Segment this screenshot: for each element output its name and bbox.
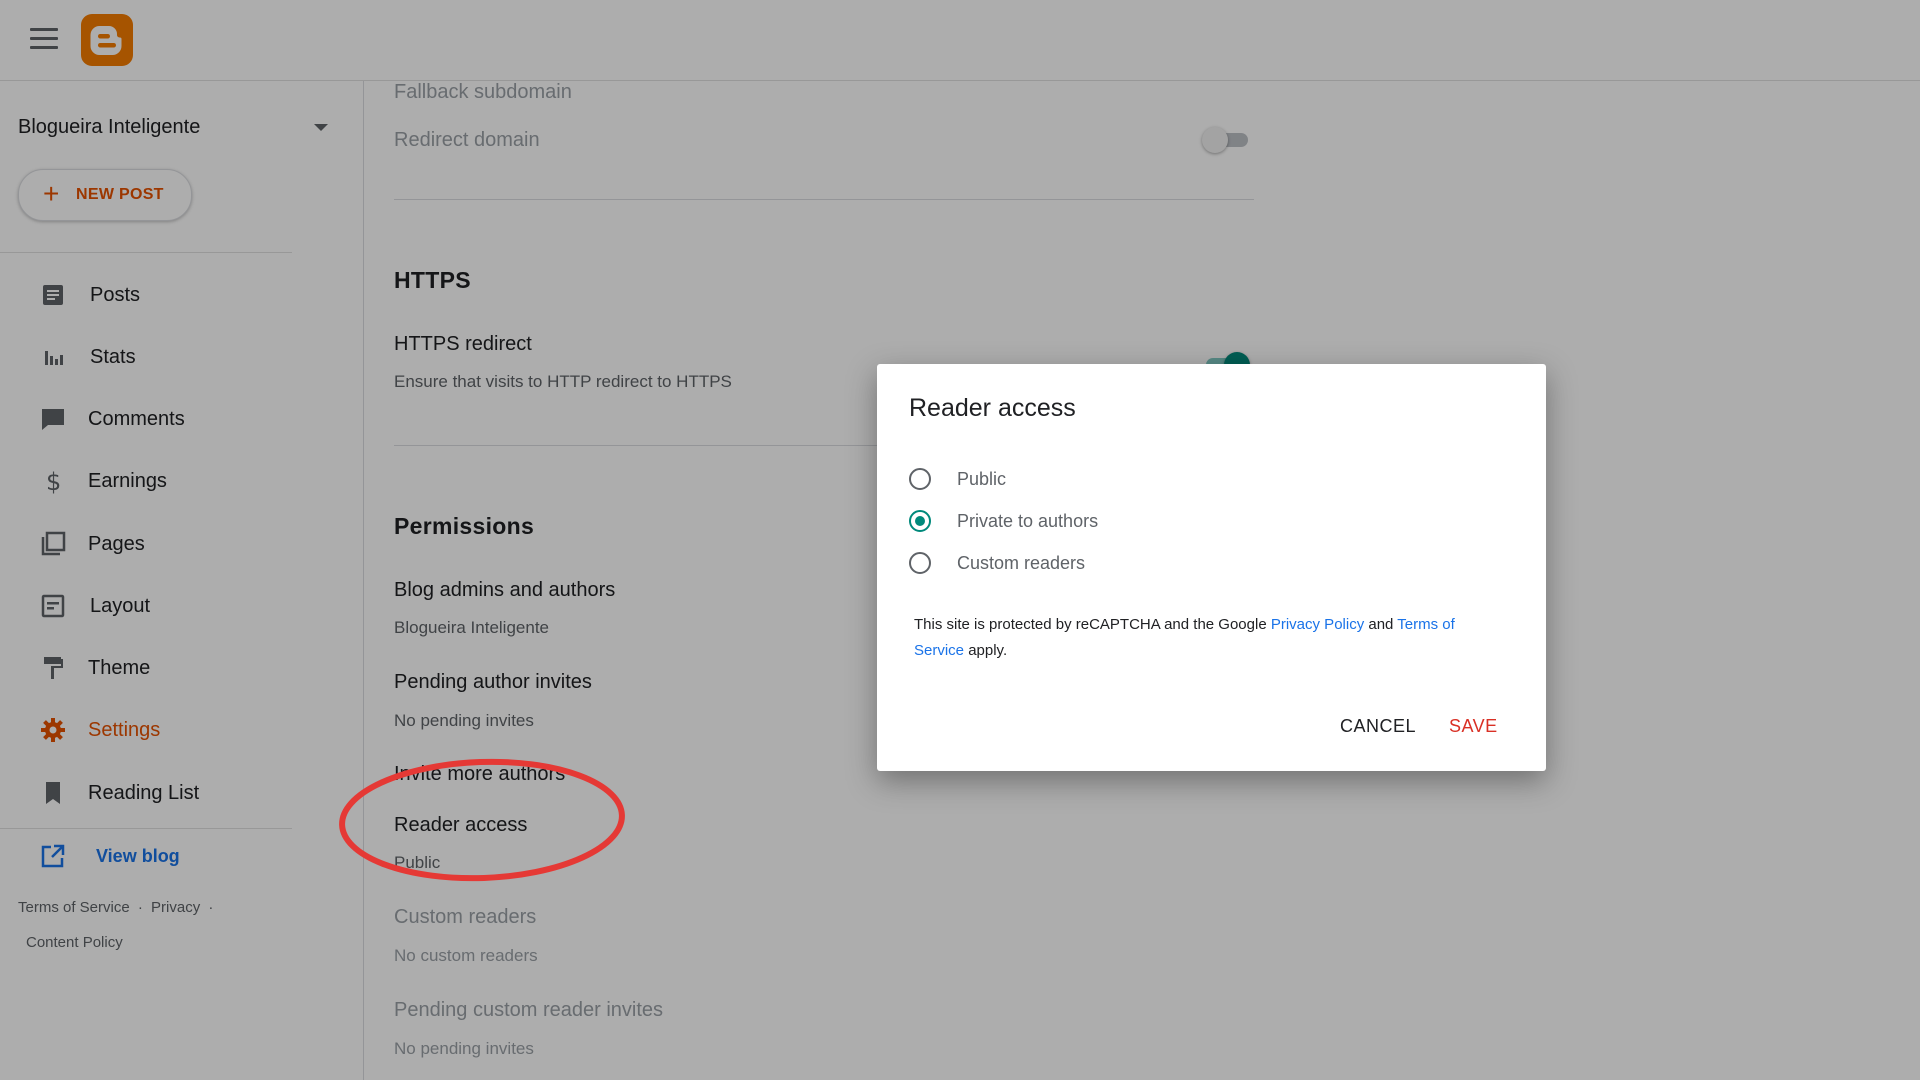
reader-access-dialog: Reader access Public Private to authors … <box>877 364 1546 771</box>
radio-label: Custom readers <box>957 553 1086 573</box>
radio-button[interactable] <box>909 468 931 490</box>
radio-option-custom-readers[interactable]: Custom readers <box>909 547 1309 581</box>
save-button[interactable]: SAVE <box>1441 704 1506 748</box>
cancel-button[interactable]: CANCEL <box>1332 704 1424 748</box>
recaptcha-text: apply. <box>964 642 1008 659</box>
privacy-policy-link[interactable]: Privacy Policy <box>1271 616 1364 633</box>
radio-option-public[interactable]: Public <box>909 463 1309 497</box>
recaptcha-text: This site is protected by reCAPTCHA and … <box>914 616 1271 633</box>
radio-option-private-to-authors[interactable]: Private to authors <box>909 505 1309 539</box>
radio-label: Private to authors <box>957 511 1099 531</box>
dialog-title: Reader access <box>909 394 1076 422</box>
recaptcha-text: and <box>1364 616 1398 633</box>
radio-label: Public <box>957 469 1007 489</box>
radio-button[interactable] <box>909 552 931 574</box>
recaptcha-notice: This site is protected by reCAPTCHA and … <box>914 612 1474 664</box>
radio-button-checked[interactable] <box>909 510 931 532</box>
